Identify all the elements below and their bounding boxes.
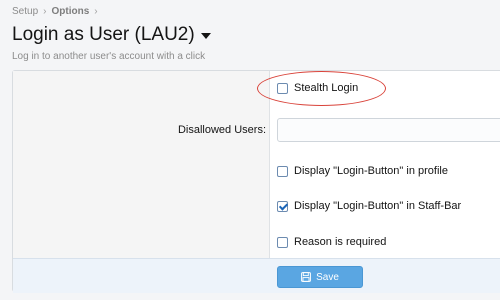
disallowed-users-input[interactable] <box>277 118 500 142</box>
save-button[interactable]: Save <box>277 266 363 288</box>
breadcrumb-separator: › <box>43 6 47 17</box>
display-staff-bar-option[interactable]: Display "Login-Button" in Staff-Bar <box>277 200 461 212</box>
reason-required-option[interactable]: Reason is required <box>277 236 386 248</box>
breadcrumb-separator: › <box>94 6 98 17</box>
page-description: Log in to another user's account with a … <box>12 51 206 62</box>
reason-required-checkbox[interactable] <box>277 236 288 248</box>
breadcrumb: Setup › Options › <box>12 6 103 17</box>
stealth-login-label: Stealth Login <box>294 82 359 94</box>
breadcrumb-item-options[interactable]: Options <box>51 6 89 17</box>
disallowed-users-label: Disallowed Users: <box>177 124 266 136</box>
display-staff-bar-checkbox[interactable] <box>277 200 288 212</box>
display-profile-label: Display "Login-Button" in profile <box>294 165 448 177</box>
page-title: Login as User (LAU2) <box>12 24 195 45</box>
page-title-row: Login as User (LAU2) <box>12 24 211 46</box>
caret-down-icon[interactable] <box>200 33 211 39</box>
save-button-label: Save <box>316 271 339 283</box>
stealth-login-option[interactable]: Stealth Login <box>277 82 358 94</box>
stealth-login-checkbox[interactable] <box>277 82 288 94</box>
label-column <box>13 71 270 258</box>
floppy-disk-icon <box>301 272 311 282</box>
display-staff-bar-label: Display "Login-Button" in Staff-Bar <box>294 200 462 212</box>
display-profile-checkbox[interactable] <box>277 165 288 177</box>
breadcrumb-item-setup[interactable]: Setup <box>12 6 38 17</box>
options-panel: Stealth Login Disallowed Users: Display … <box>12 70 500 293</box>
form-footer: Save <box>13 258 500 293</box>
display-profile-option[interactable]: Display "Login-Button" in profile <box>277 165 448 177</box>
reason-required-label: Reason is required <box>294 236 387 248</box>
